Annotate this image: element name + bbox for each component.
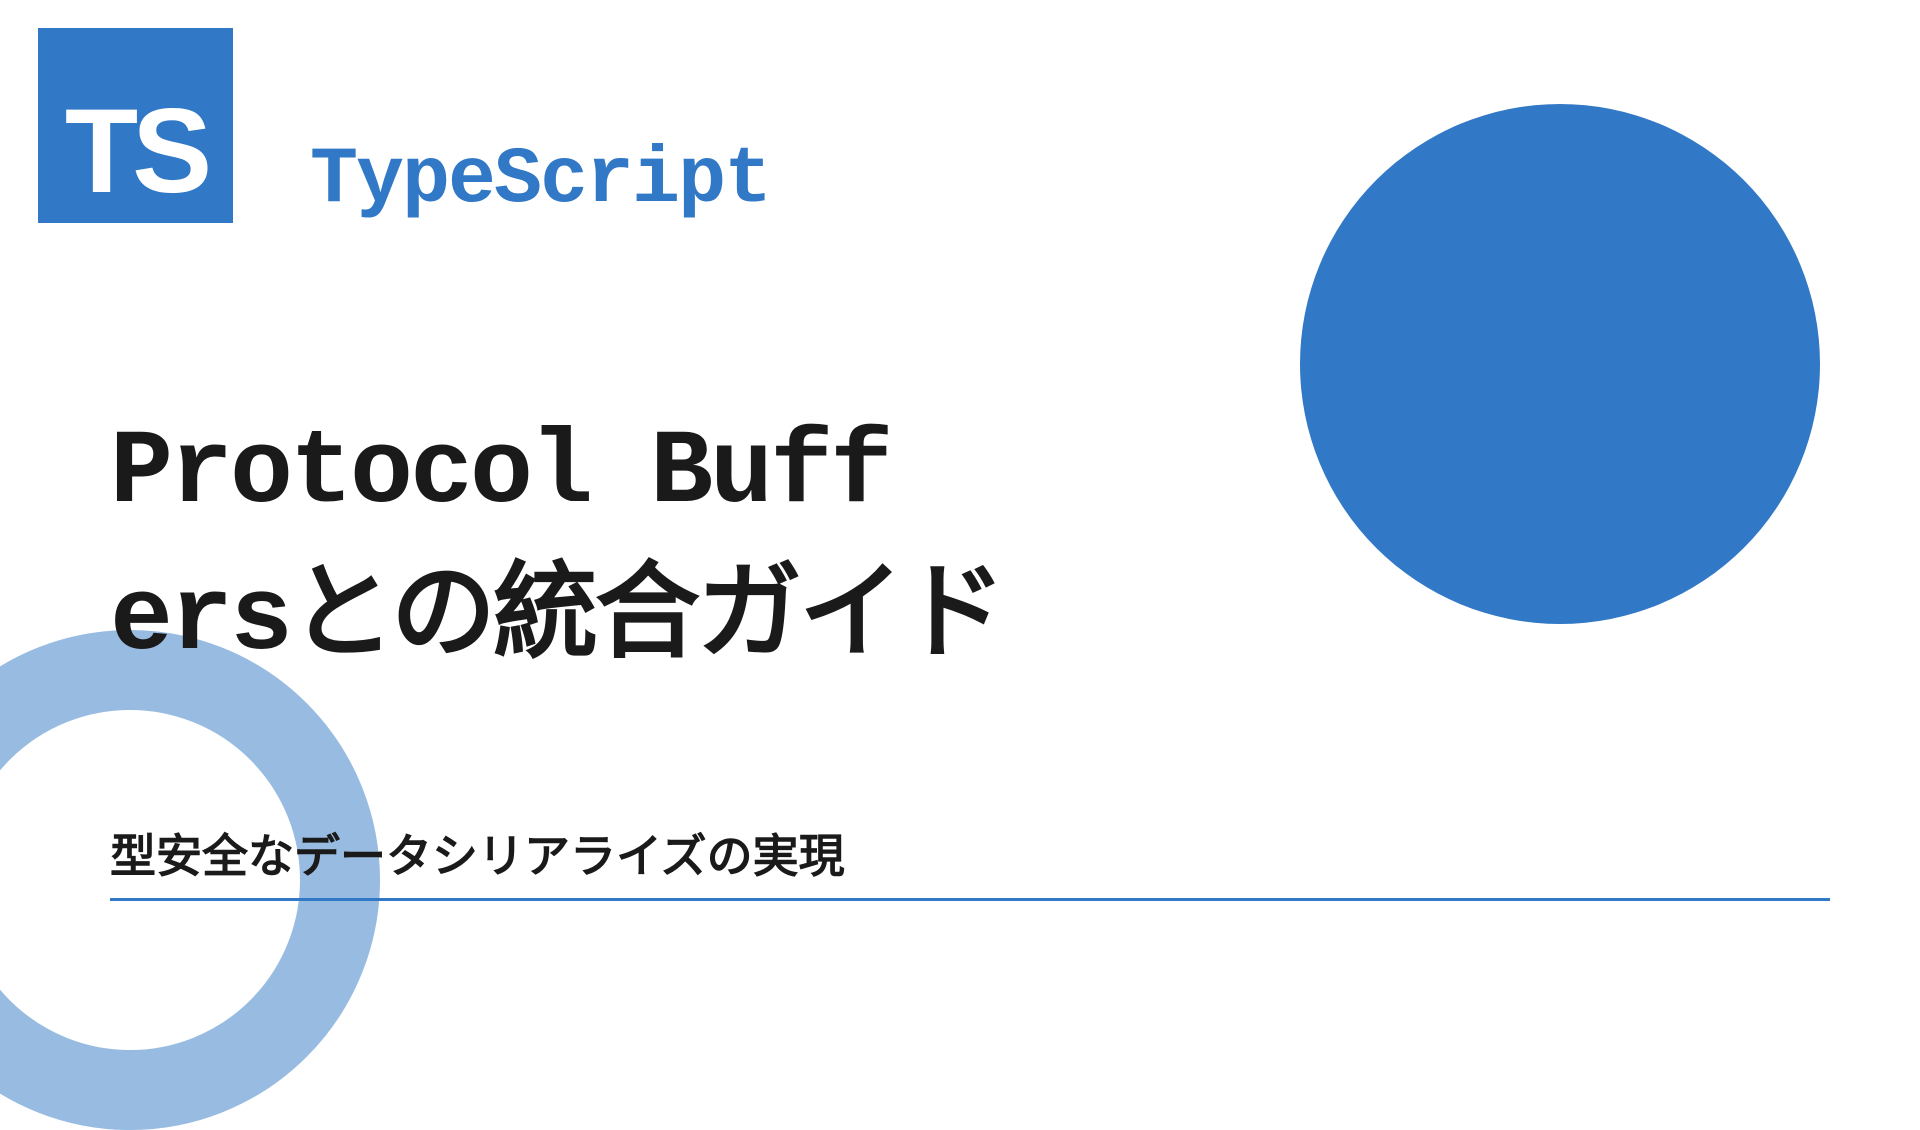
typescript-logo-icon: TS xyxy=(38,28,233,223)
logo-text: TS xyxy=(65,91,206,211)
page-subtitle: 型安全なデータシリアライズの実現 xyxy=(110,820,845,886)
subtitle-underline xyxy=(110,898,1830,901)
page-title: Protocol Buff ersとの統合ガイド xyxy=(110,400,1003,694)
brand-label: TypeScript xyxy=(310,135,770,226)
decorative-circle-shape xyxy=(1300,104,1820,624)
